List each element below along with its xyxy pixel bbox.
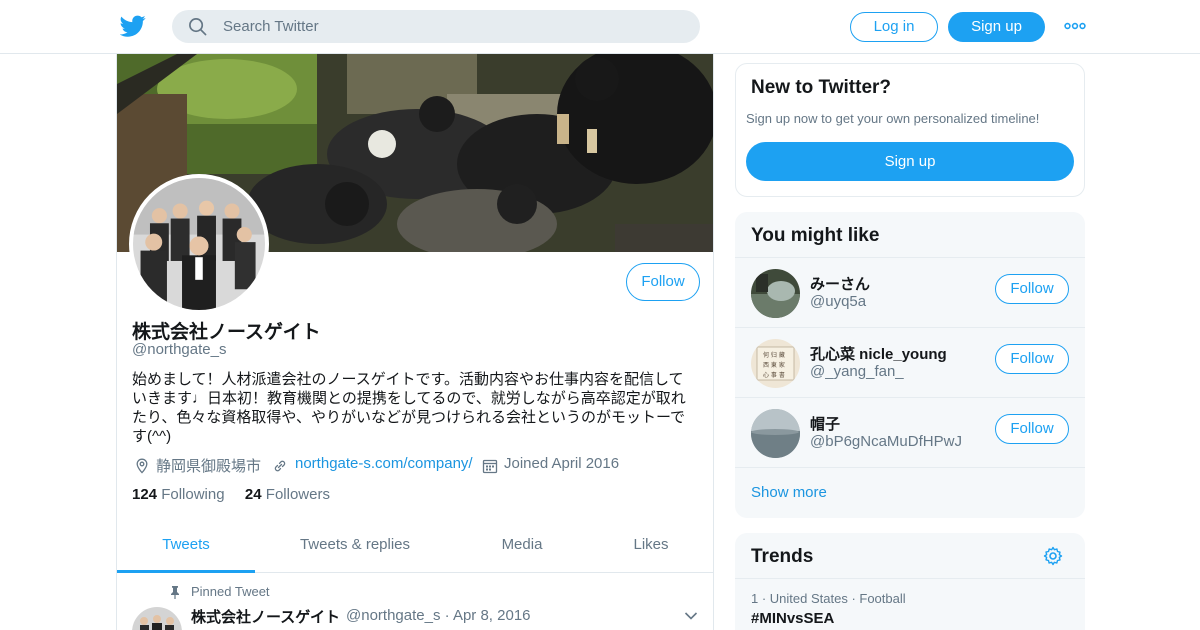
- pinned-tweet-avatar[interactable]: [132, 607, 182, 630]
- suggestion-follow-button[interactable]: Follow: [995, 414, 1069, 444]
- you-might-like-card: You might like みーさん @uyq5a Follow 何 归 藏 …: [735, 212, 1085, 518]
- tab-tweets[interactable]: Tweets: [117, 526, 255, 573]
- suggestion-handle: @bP6gNcaMuDfHPwJ: [810, 433, 962, 450]
- suggestion-item[interactable]: 何 归 藏 西 東 家 心 事 書 孔心菜 nicle_young @_yang…: [735, 327, 1085, 397]
- suggestion-item[interactable]: 帽子 @bP6gNcaMuDfHPwJ Follow: [735, 397, 1085, 467]
- more-dots-icon[interactable]: [1064, 18, 1086, 34]
- tweet-author-name[interactable]: 株式会社ノースゲイト: [191, 606, 340, 627]
- search-box[interactable]: Search Twitter: [172, 10, 700, 43]
- new-to-twitter-card: New to Twitter? Sign up now to get your …: [735, 63, 1085, 197]
- calendar-icon: [482, 459, 498, 474]
- follow-button[interactable]: Follow: [626, 263, 700, 301]
- top-navigation-bar: Search Twitter Log in Sign up: [0, 0, 1200, 54]
- suggestion-item[interactable]: みーさん @uyq5a Follow: [735, 257, 1085, 327]
- login-button[interactable]: Log in: [850, 12, 938, 42]
- show-more-link[interactable]: Show more: [735, 467, 1085, 518]
- search-input[interactable]: Search Twitter: [223, 18, 319, 35]
- signup-card-button[interactable]: Sign up: [746, 142, 1074, 181]
- suggestion-name[interactable]: 帽子: [810, 413, 840, 434]
- pinned-label: Pinned Tweet: [191, 584, 270, 599]
- pinned-tweet[interactable]: Pinned Tweet 株式会社ノースゲイト @northgate_s · A…: [117, 573, 713, 630]
- svg-text:西 東 家: 西 東 家: [763, 361, 785, 369]
- trend-context: 1 · United States · Football: [751, 591, 906, 606]
- suggestion-name[interactable]: みーさん: [810, 273, 870, 294]
- profile-meta: 静岡県御殿場市 northgate-s.com/company/ Joined …: [132, 454, 702, 476]
- tab-media[interactable]: Media: [482, 526, 562, 573]
- trend-item[interactable]: 1 · United States · Football #MINvsSEA: [735, 578, 1085, 630]
- suggestion-handle: @_yang_fan_: [810, 363, 904, 380]
- suggestion-avatar[interactable]: [751, 269, 800, 318]
- svg-text:心 事 書: 心 事 書: [763, 371, 785, 379]
- suggestion-avatar[interactable]: [751, 409, 800, 458]
- twitter-bird-icon[interactable]: [120, 13, 146, 39]
- svg-text:何 归 藏: 何 归 藏: [763, 351, 785, 359]
- show-more-label[interactable]: Show more: [751, 484, 827, 501]
- new-to-twitter-title: New to Twitter?: [751, 77, 892, 98]
- profile-avatar[interactable]: [129, 174, 269, 314]
- you-might-like-title: You might like: [751, 225, 880, 246]
- tweet-author-meta: @northgate_s · Apr 8, 2016: [346, 607, 531, 624]
- suggestion-follow-button[interactable]: Follow: [995, 344, 1069, 374]
- followers-stat[interactable]: 24 Followers: [245, 486, 330, 503]
- gear-icon[interactable]: [1043, 546, 1063, 566]
- suggestion-name[interactable]: 孔心菜 nicle_young: [810, 343, 947, 364]
- following-stat[interactable]: 124 Following: [132, 486, 225, 503]
- profile-stats: 124 Following 24 Followers: [132, 486, 330, 503]
- pin-icon: [171, 586, 179, 599]
- trend-hashtag[interactable]: #MINvsSEA: [751, 610, 834, 627]
- suggestion-handle: @uyq5a: [810, 293, 867, 310]
- tab-likes[interactable]: Likes: [615, 526, 687, 573]
- profile-name: 株式会社ノースゲイト: [132, 322, 321, 343]
- profile-column: Follow 株式会社ノースゲイト @northgate_s 始めまして！人材派…: [116, 54, 714, 630]
- profile-tabs: Tweets Tweets & replies Media Likes: [117, 526, 713, 573]
- new-to-twitter-subtitle: Sign up now to get your own personalized…: [746, 111, 1040, 126]
- search-icon: [189, 18, 207, 36]
- website-link[interactable]: northgate-s.com/company/: [295, 455, 473, 472]
- trends-card: Trends 1 · United States · Football #MIN…: [735, 533, 1085, 630]
- trends-title: Trends: [751, 546, 814, 567]
- location-icon: [136, 458, 148, 474]
- link-icon: [274, 460, 286, 472]
- tab-tweets-and-replies[interactable]: Tweets & replies: [280, 526, 430, 573]
- suggestion-follow-button[interactable]: Follow: [995, 274, 1069, 304]
- chevron-down-icon[interactable]: [684, 611, 698, 621]
- profile-handle: @northgate_s: [132, 341, 227, 358]
- suggestion-avatar[interactable]: 何 归 藏 西 東 家 心 事 書: [751, 339, 800, 388]
- profile-bio: 始めまして！人材派遣会社のノースゲイトです。活動内容やお仕事内容を配信していきま…: [132, 371, 686, 445]
- signup-button[interactable]: Sign up: [948, 12, 1045, 42]
